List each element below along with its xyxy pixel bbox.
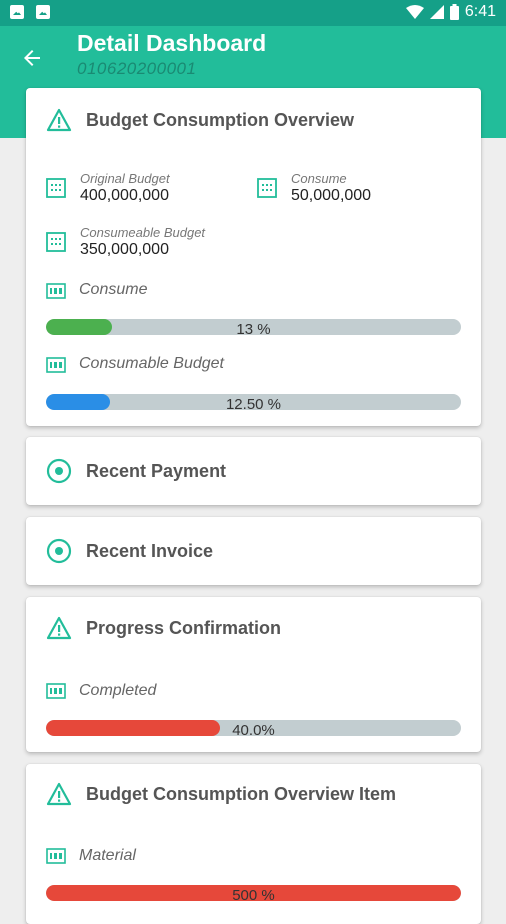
warning-icon [46,782,72,806]
recent-payment-card[interactable]: Recent Payment [26,437,481,505]
id-badge-icon [46,283,66,299]
consume-label: Consume [291,171,347,186]
completed-progress-bar: 40.0% [46,720,461,736]
original-budget-label: Original Budget [80,171,170,186]
card-title: Recent Payment [86,460,227,481]
warning-icon [46,616,72,640]
original-budget-value: 400,000,000 [80,187,169,204]
consume-progress-label: Consume [79,281,148,298]
budget-overview-card: Budget Consumption Overview Original Bud… [26,88,481,426]
id-badge-icon [46,683,66,699]
wifi-icon [405,5,424,19]
material-label: Material [79,847,136,864]
image-notification-icon [10,5,24,19]
consumable-budget-progress-bar: 12.50 % [46,394,461,410]
page-title: Detail Dashboard [77,30,267,56]
calendar-grid-icon [257,178,277,198]
warning-icon [46,108,72,132]
consumable-budget-progress-label: Consumable Budget [79,355,224,372]
card-title: Budget Consumption Overview Item [86,783,397,804]
recent-invoice-card[interactable]: Recent Invoice [26,517,481,585]
battery-icon [449,4,459,20]
progress-text: 13 % [236,321,271,335]
consumeable-budget-value: 350,000,000 [80,241,169,258]
back-arrow-icon[interactable] [20,46,44,70]
calendar-grid-icon [46,232,66,252]
card-title: Budget Consumption Overview [86,109,355,130]
consume-progress-bar: 13 % [46,319,461,335]
signal-icon [429,5,444,19]
card-title: Recent Invoice [86,540,214,561]
progress-confirmation-card: Progress Confirmation Completed 40.0% [26,597,481,752]
material-progress-bar: 500 % [46,885,461,901]
progress-text: 500 % [232,887,275,901]
card-title: Progress Confirmation [86,617,282,638]
id-badge-icon [46,848,66,864]
status-bar: 6:41 [0,0,506,26]
image-notification-icon [36,5,50,19]
calendar-grid-icon [46,178,66,198]
budget-item-card: Budget Consumption Overview Item Materia… [26,764,481,924]
radio-circle-icon [46,538,72,564]
clock: 6:41 [464,3,496,20]
radio-circle-icon [46,458,72,484]
progress-text: 40.0% [232,722,275,736]
consume-value: 50,000,000 [291,187,372,204]
progress-text: 12.50 % [225,396,282,410]
consumeable-budget-label: Consumeable Budget [80,225,206,240]
id-badge-icon [46,357,66,373]
page-subtitle: 010620200001 [77,59,197,78]
completed-label: Completed [79,682,157,699]
